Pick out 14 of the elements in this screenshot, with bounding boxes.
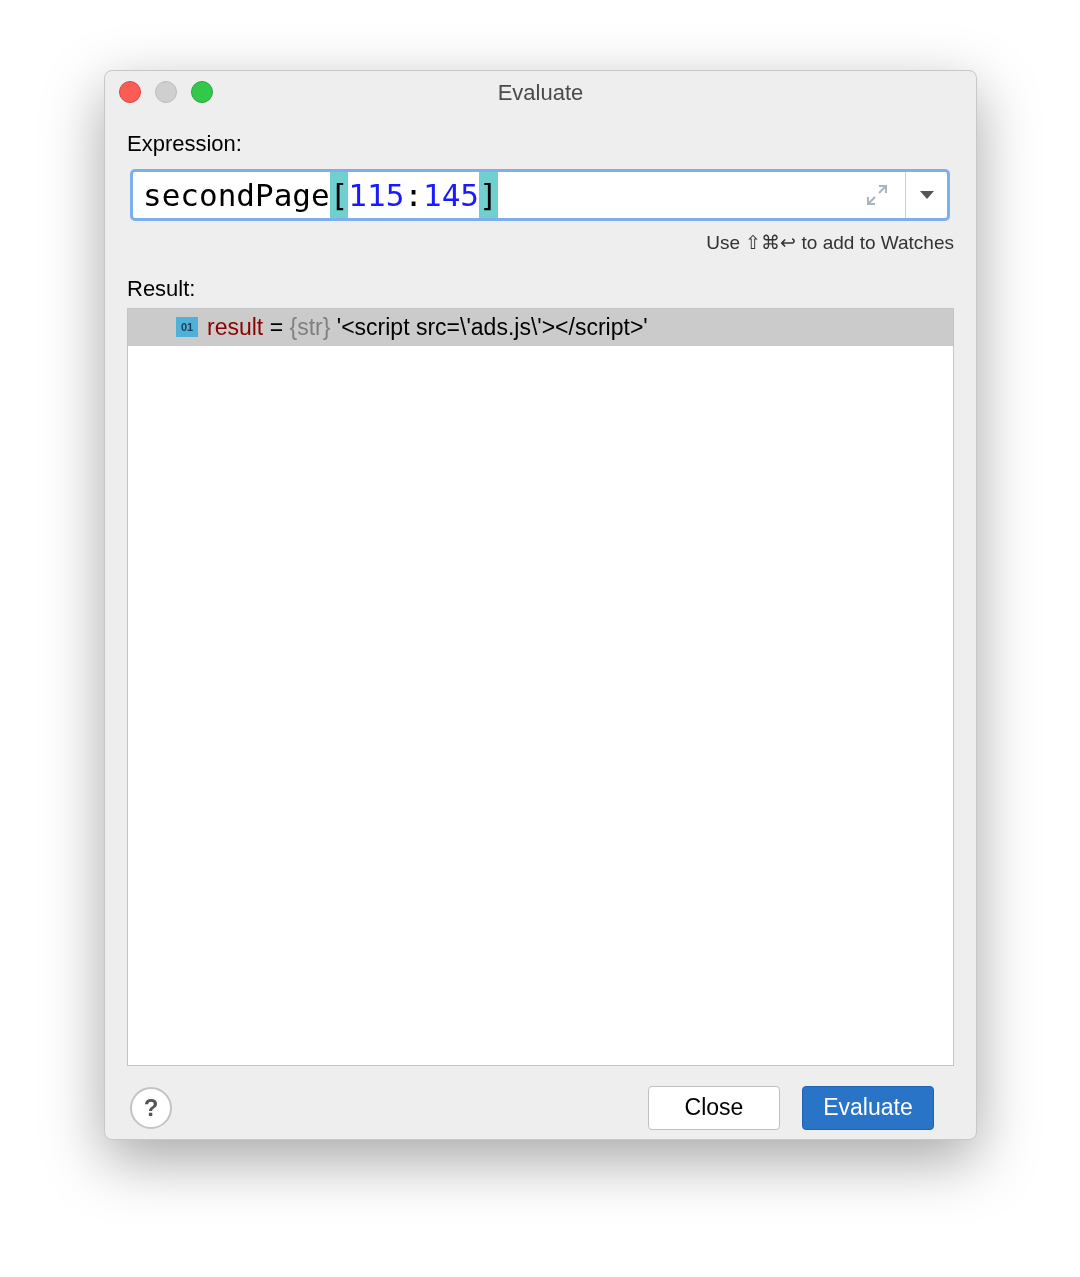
minimize-window-icon[interactable] <box>155 81 177 103</box>
close-window-icon[interactable] <box>119 81 141 103</box>
watches-hint: Use ⇧⌘↩ to add to Watches <box>706 231 954 255</box>
caret-icon <box>919 191 934 199</box>
expand-icon[interactable] <box>865 183 889 207</box>
close-button[interactable]: Close <box>648 1085 780 1130</box>
result-label: Result: <box>127 274 196 303</box>
result-row[interactable]: 01 result = {str} '<script src=\'ads.js\'></script>' <box>128 308 953 346</box>
window-title: Evaluate <box>497 78 584 107</box>
help-button[interactable]: ? <box>130 1086 172 1129</box>
expression-label: Expression: <box>127 131 242 157</box>
evaluate-button[interactable]: Evaluate <box>802 1085 934 1130</box>
zoom-window-icon[interactable] <box>191 81 213 103</box>
value-type-icon: 01 <box>176 317 198 337</box>
